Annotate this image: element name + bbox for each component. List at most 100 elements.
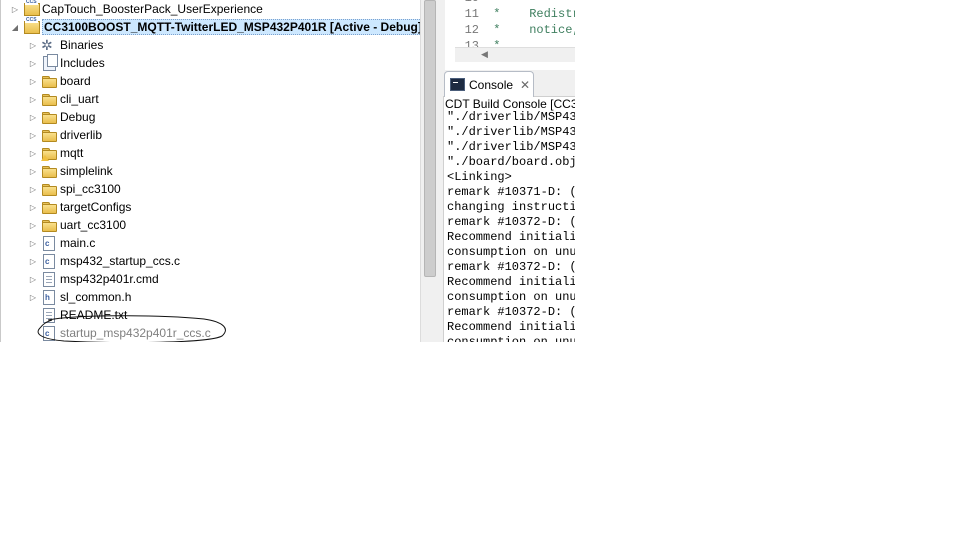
tree-item[interactable]: ▷ simplelink bbox=[27, 162, 113, 180]
tree-item[interactable]: ▷ targetConfigs bbox=[27, 198, 131, 216]
console-line: Recommend initializ bbox=[447, 275, 575, 289]
console-icon bbox=[450, 78, 465, 91]
c-file-icon: c bbox=[41, 235, 57, 251]
expand-arrow-icon[interactable]: ▷ bbox=[27, 72, 39, 90]
collapse-arrow-icon[interactable]: ◢ bbox=[9, 18, 21, 36]
code-line: 11 * Redistri bbox=[455, 7, 575, 23]
expand-arrow-icon[interactable]: ▷ bbox=[27, 144, 39, 162]
tree-item-label: Includes bbox=[60, 56, 105, 70]
console-tab-label: Console bbox=[469, 77, 514, 92]
folder-icon bbox=[41, 127, 57, 143]
tree-item-label: Binaries bbox=[60, 38, 104, 52]
expand-arrow-icon[interactable]: ▷ bbox=[9, 0, 21, 18]
project-icon: CCS bbox=[23, 18, 40, 35]
tree-item[interactable]: ▷ Debug bbox=[27, 108, 95, 126]
project-icon: CCS bbox=[23, 0, 40, 17]
tree-item[interactable]: ▷ spi_cc3100 bbox=[27, 180, 121, 198]
tab-console[interactable]: Console ✕ bbox=[444, 71, 534, 97]
expand-arrow-icon[interactable]: ▷ bbox=[27, 126, 39, 144]
console-line: consumption on unus bbox=[447, 335, 575, 342]
explorer-scrollbar-thumb[interactable] bbox=[424, 0, 436, 277]
console-line: "./board/board.obj" bbox=[447, 155, 575, 169]
tree-item-label: mqtt bbox=[60, 146, 84, 160]
tree-item[interactable]: ▷ driverlib bbox=[27, 126, 102, 144]
expand-arrow-icon[interactable]: ▷ bbox=[27, 180, 39, 198]
expand-arrow-icon[interactable]: ▷ bbox=[27, 234, 39, 252]
console-line: Recommend initializ bbox=[447, 230, 575, 244]
console-line: consumption on unus bbox=[447, 245, 575, 259]
tree-item[interactable]: ▷ CCS CapTouch_BoosterPack_UserExperience bbox=[9, 0, 263, 18]
includes-icon bbox=[41, 54, 58, 71]
tree-item-label: board bbox=[60, 74, 91, 88]
hand-drawn-circle-annotation bbox=[37, 315, 226, 342]
console-line: "./driverlib/MSP432 bbox=[447, 140, 575, 154]
expand-arrow-icon[interactable]: ▷ bbox=[27, 270, 39, 288]
tree-item[interactable]: ▷ uart_cc3100 bbox=[27, 216, 126, 234]
console-line: <Linking> bbox=[447, 170, 512, 184]
expand-arrow-icon[interactable]: ▷ bbox=[27, 90, 39, 108]
line-number: 10 bbox=[455, 0, 486, 7]
tree-item-label: msp432p401r.cmd bbox=[60, 272, 159, 286]
tree-item-label: main.c bbox=[60, 236, 96, 250]
scroll-left-icon[interactable]: ◀ bbox=[481, 49, 488, 60]
tree-item-label: simplelink bbox=[60, 164, 113, 178]
tree-item[interactable]: ▷ h sl_common.h bbox=[27, 288, 131, 306]
folder-icon bbox=[41, 145, 57, 161]
cmd-file-icon bbox=[41, 271, 57, 287]
expand-arrow-icon[interactable]: ▷ bbox=[27, 198, 39, 216]
console-line: changing instructio bbox=[447, 200, 575, 214]
editor-horizontal-scrollbar[interactable]: ◀ bbox=[455, 47, 575, 62]
console-line: remark #10372-D: (U bbox=[447, 215, 575, 229]
console-line: consumption on unus bbox=[447, 290, 575, 304]
binaries-icon: ✲ bbox=[41, 37, 53, 53]
expand-arrow-icon[interactable]: ▷ bbox=[27, 162, 39, 180]
console-line: "./driverlib/MSP432 bbox=[447, 110, 575, 124]
console-tab-bar: Console ✕ bbox=[443, 70, 575, 97]
code-line: 10 bbox=[455, 0, 486, 7]
tree-item[interactable]: ▷ c msp432_startup_ccs.c bbox=[27, 252, 180, 270]
tree-item[interactable]: ◢ CCS CC3100BOOST_MQTT-TwitterLED_MSP432P4… bbox=[9, 18, 421, 36]
expand-arrow-icon[interactable]: ▷ bbox=[27, 252, 39, 270]
console-line: remark #10371-D: (U bbox=[447, 185, 575, 199]
folder-icon bbox=[41, 109, 57, 125]
tree-item[interactable]: ▷ board bbox=[27, 72, 91, 90]
c-file-icon: c bbox=[41, 253, 57, 269]
expand-arrow-icon[interactable]: ▷ bbox=[27, 36, 39, 54]
tree-item-label: targetConfigs bbox=[60, 200, 132, 214]
tree-item[interactable]: ▷ Includes bbox=[27, 54, 105, 72]
expand-arrow-icon[interactable]: ▷ bbox=[27, 108, 39, 126]
line-number: 12 bbox=[464, 23, 479, 37]
tree-item[interactable]: ▷ c main.c bbox=[27, 234, 95, 252]
expand-arrow-icon[interactable]: ▷ bbox=[27, 54, 39, 72]
console-output[interactable]: CDT Build Console [CC3 "./driverlib/MSP4… bbox=[443, 97, 575, 342]
line-number: 11 bbox=[464, 7, 479, 21]
code-text: * Redistri bbox=[493, 7, 575, 21]
ide-window: ▷ CCS CapTouch_BoosterPack_UserExperience ◢… bbox=[0, 0, 575, 342]
tree-item-label: Debug bbox=[60, 110, 96, 124]
tree-item[interactable]: ▷ mqtt bbox=[27, 144, 83, 162]
explorer-scrollbar[interactable] bbox=[420, 0, 438, 342]
tree-item-label: sl_common.h bbox=[60, 290, 132, 304]
warning-icon bbox=[41, 155, 49, 161]
tree-item[interactable]: ▷ msp432p401r.cmd bbox=[27, 270, 159, 288]
console-line: "./driverlib/MSP432 bbox=[447, 125, 575, 139]
tree-item[interactable]: ▷ ✲ Binaries bbox=[27, 36, 103, 54]
code-text: * notice, bbox=[486, 23, 575, 37]
tree-item-label: uart_cc3100 bbox=[60, 218, 127, 232]
folder-icon bbox=[41, 91, 57, 107]
expand-arrow-icon[interactable]: ▷ bbox=[27, 288, 39, 306]
folder-icon bbox=[41, 199, 57, 215]
tree-item-label: msp432_startup_ccs.c bbox=[60, 254, 181, 268]
console-line: remark #10372-D: (U bbox=[447, 305, 575, 319]
code-line: 12 * notice, bbox=[455, 23, 575, 39]
console-line: remark #10372-D: (U bbox=[447, 260, 575, 274]
tree-item[interactable]: ▷ cli_uart bbox=[27, 90, 99, 108]
project-explorer: ▷ CCS CapTouch_BoosterPack_UserExperience ◢… bbox=[0, 0, 421, 342]
folder-icon bbox=[41, 73, 57, 89]
folder-icon bbox=[41, 217, 57, 233]
expand-arrow-icon[interactable]: ▷ bbox=[27, 216, 39, 234]
tree-item-label: CapTouch_BoosterPack_UserExperience bbox=[42, 2, 263, 16]
folder-icon bbox=[41, 163, 57, 179]
tree-item-label: cli_uart bbox=[60, 92, 99, 106]
close-icon[interactable]: ✕ bbox=[520, 78, 530, 92]
